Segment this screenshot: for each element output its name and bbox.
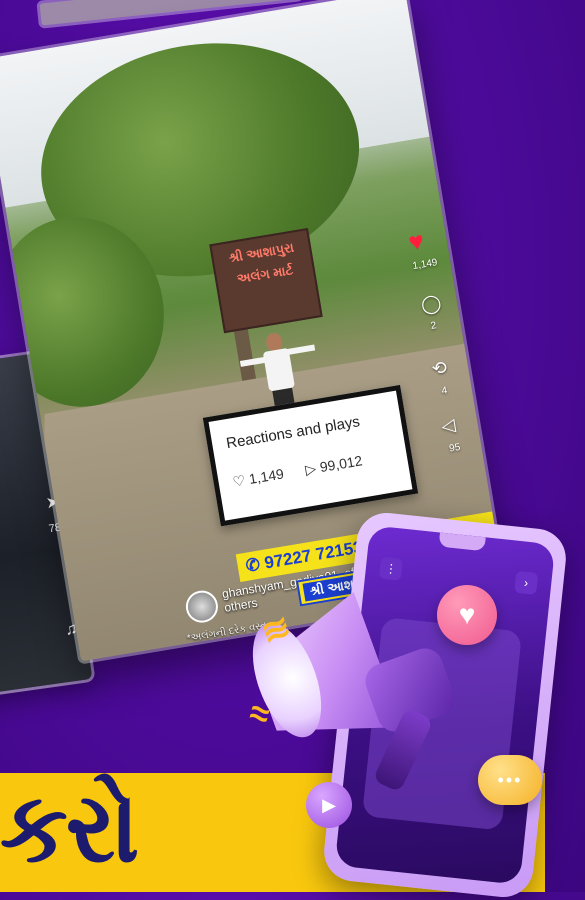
reactions-likes: ♡1,149: [231, 465, 285, 490]
shop-sign: શ્રી આશાપુરા અલંગ માર્ટ: [209, 227, 323, 334]
play-bubble-icon: ▶: [306, 782, 352, 828]
spark-icon: ≈: [245, 693, 274, 735]
comment-count: 2: [429, 320, 438, 332]
play-icon: ▷: [304, 460, 318, 478]
chat-icon: •••: [478, 755, 542, 805]
heart-bubble-icon: ♥: [437, 585, 497, 645]
chevron-right-icon: ›: [514, 570, 539, 595]
send-count: 95: [448, 441, 462, 455]
heart-outline-icon: ♡: [231, 471, 247, 490]
repost-count: 4: [440, 385, 449, 398]
heart-icon[interactable]: ♥: [406, 225, 432, 257]
bottom-banner-text: કરો: [0, 772, 139, 884]
reactions-plays: ▷99,012: [304, 452, 364, 478]
menu-dots-icon: ⋮: [378, 556, 404, 581]
repost-icon[interactable]: ⟲: [430, 357, 448, 380]
send-icon[interactable]: ◁: [440, 414, 457, 437]
like-count: 1,149: [411, 257, 439, 273]
reactions-title: Reactions and plays: [224, 413, 362, 453]
comment-icon[interactable]: ◯: [420, 292, 443, 316]
